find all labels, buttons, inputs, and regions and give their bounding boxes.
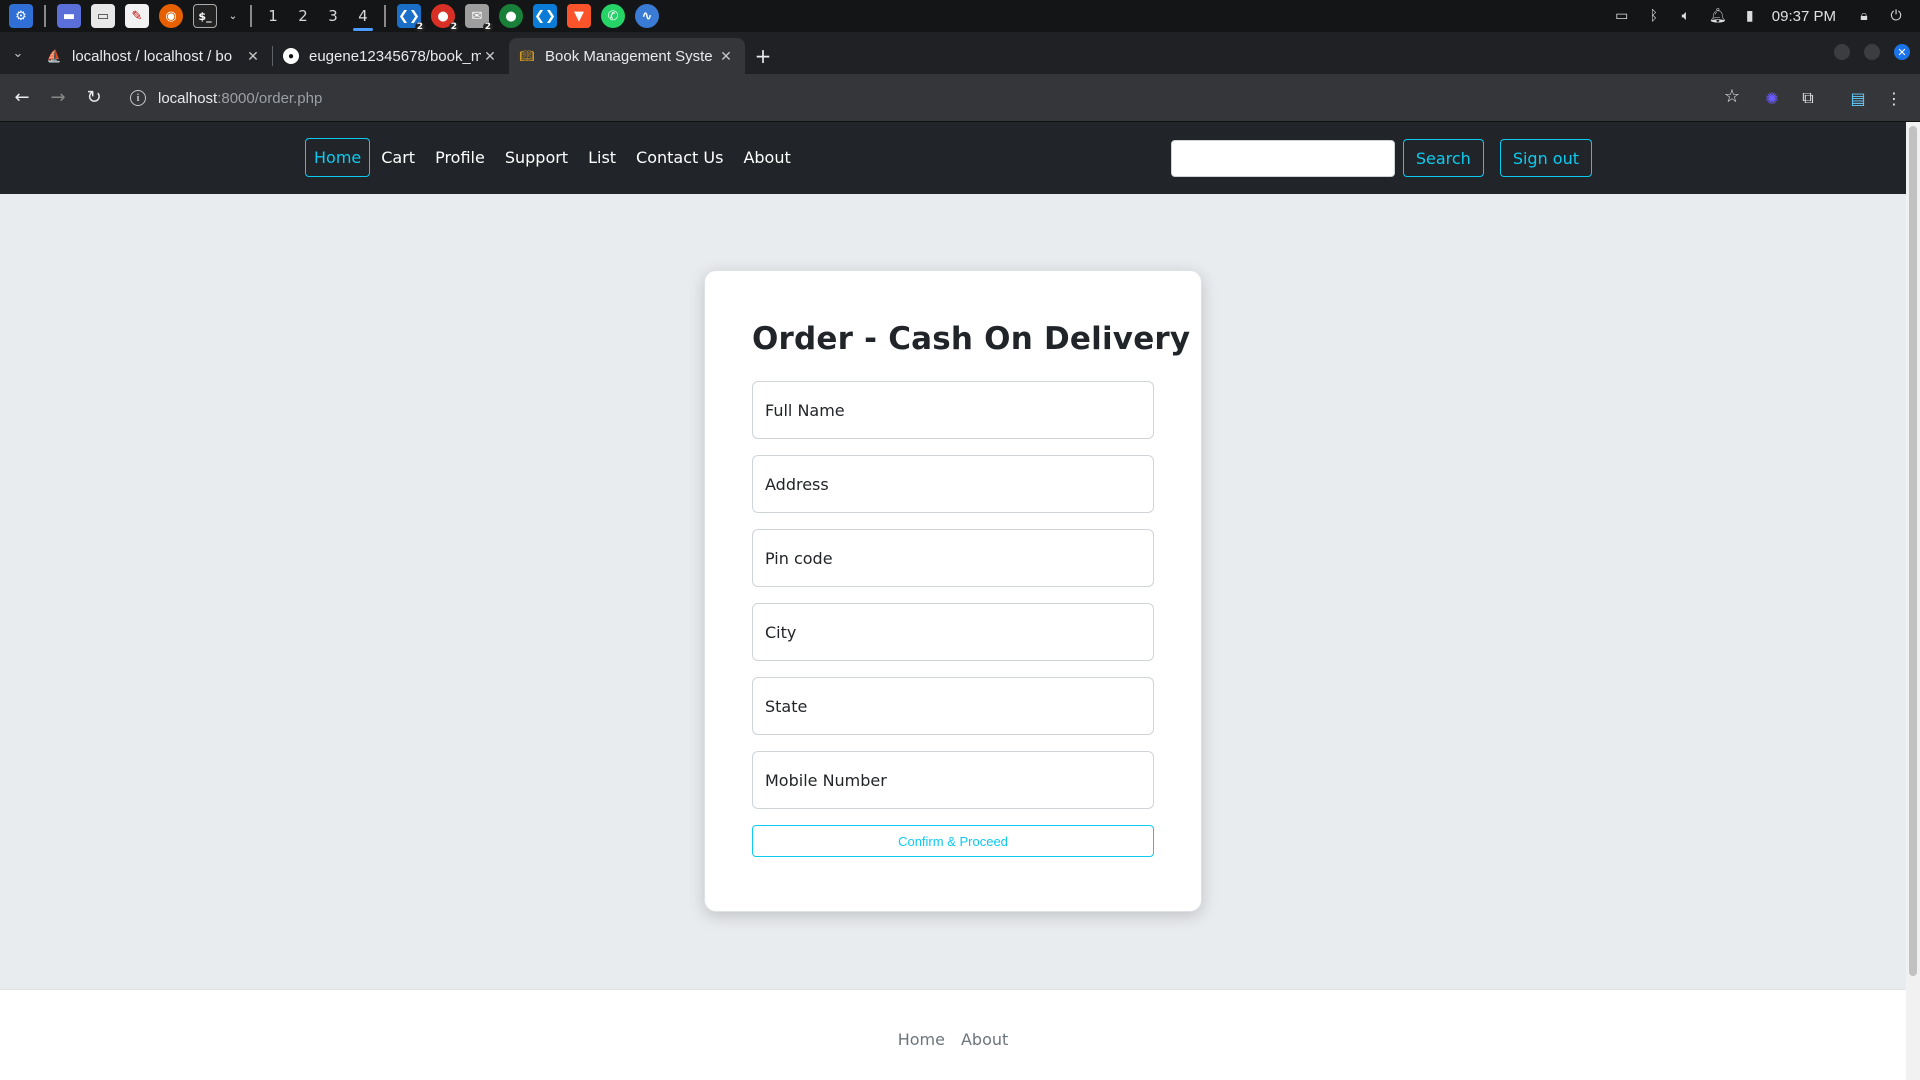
window-close-icon[interactable]: ✕	[1894, 44, 1910, 60]
close-icon[interactable]: ✕	[244, 48, 262, 65]
notification-bell-icon[interactable]: 🔔︎	[1707, 5, 1729, 27]
minimize-icon[interactable]	[1834, 44, 1850, 60]
state-field[interactable]: State	[752, 677, 1154, 735]
search-button[interactable]: Search	[1402, 139, 1484, 177]
confirm-proceed-button[interactable]: Confirm & Proceed	[752, 825, 1154, 857]
order-form-card: Order - Cash On Delivery Full Name Addre…	[704, 270, 1202, 912]
back-arrow-icon[interactable]: ←	[4, 80, 40, 116]
footer-link-about[interactable]: About	[961, 1030, 1008, 1049]
mail-icon[interactable]: ✉ 2	[465, 4, 493, 32]
taskbar-separator	[44, 5, 46, 27]
whatsapp-icon[interactable]: ✆	[601, 4, 625, 28]
lock-icon[interactable]: 🔒︎	[1853, 5, 1875, 27]
mobile-number-field[interactable]: Mobile Number	[752, 751, 1154, 809]
bookmark-star-icon[interactable]: ☆	[1724, 86, 1740, 107]
reload-icon[interactable]: ↻	[76, 80, 112, 116]
close-icon[interactable]: ✕	[481, 48, 499, 65]
page-title: Order - Cash On Delivery	[752, 321, 1191, 357]
browser-tab-strip: ⌄ ⛵ localhost / localhost / bo ✕ ● eugen…	[0, 32, 1920, 74]
close-icon[interactable]: ✕	[717, 48, 735, 65]
sign-out-button[interactable]: Sign out	[1499, 139, 1592, 177]
system-monitor-icon[interactable]: ∿	[635, 4, 659, 28]
address-bar[interactable]: i localhost:8000/order.php ☆	[120, 82, 1740, 114]
full-name-field[interactable]: Full Name	[752, 381, 1154, 439]
brave-icon[interactable]: ▼	[567, 4, 591, 28]
tab-search-chevron-icon[interactable]: ⌄	[0, 32, 36, 74]
pin-code-field[interactable]: Pin code	[752, 529, 1154, 587]
search-input[interactable]	[1170, 139, 1395, 177]
workspace-3[interactable]: 3	[318, 0, 348, 32]
footer-links: Home About	[0, 1030, 1906, 1049]
workspace-1[interactable]: 1	[258, 0, 288, 32]
site-footer: Home About	[0, 989, 1906, 1080]
chrome-icon[interactable]: ●	[499, 4, 523, 28]
chrome-icon[interactable]: ● 2	[431, 4, 459, 32]
url-text[interactable]: localhost:8000/order.php	[158, 90, 322, 107]
clock[interactable]: 09:37 PM	[1772, 8, 1836, 25]
workspace-4[interactable]: 4	[348, 0, 378, 32]
address-field[interactable]: Address	[752, 455, 1154, 513]
nav-link-support[interactable]: Support	[496, 138, 577, 177]
phpmyadmin-icon: ⛵	[46, 49, 62, 63]
file-manager-icon[interactable]: ▭	[91, 4, 115, 28]
tab-title: localhost / localhost / bo	[72, 47, 233, 65]
desktop-icon[interactable]: ▬	[57, 4, 81, 28]
vscode-icon[interactable]: ❮❯	[533, 4, 557, 28]
kebab-menu-icon[interactable]: ⋮	[1876, 80, 1912, 116]
footer-link-home[interactable]: Home	[898, 1030, 945, 1049]
maximize-icon[interactable]	[1864, 44, 1880, 60]
battery-icon[interactable]: ▮	[1739, 5, 1761, 27]
site-info-icon[interactable]: i	[130, 90, 146, 106]
forward-arrow-icon[interactable]: →	[40, 80, 76, 116]
nav-link-contact-us[interactable]: Contact Us	[627, 138, 732, 177]
city-field[interactable]: City	[752, 603, 1154, 661]
book-icon: 📖︎	[519, 49, 535, 63]
nav-search-form: Search Sign out	[1170, 139, 1592, 177]
vscode-icon[interactable]: ❮❯ 2	[397, 4, 425, 32]
nav-link-about[interactable]: About	[734, 138, 799, 177]
taskbar-separator	[250, 5, 252, 27]
sidebar-icon[interactable]: ▤	[1840, 80, 1876, 116]
os-taskbar: ⚙ ▬ ▭ ✎ ◉ $_ ⌄ 1 2 3 4 ❮❯ 2 ● 2 ✉ 2 ● ❮❯ ▼ …	[0, 0, 1920, 32]
taskbar-separator	[384, 5, 386, 27]
github-icon: ●	[283, 48, 299, 64]
app-launcher-icon[interactable]: ⚙	[9, 4, 33, 28]
nav-link-home[interactable]: Home	[305, 138, 371, 177]
new-tab-plus-icon[interactable]: +	[745, 38, 781, 74]
chevron-down-icon[interactable]: ⌄	[227, 4, 239, 28]
volume-icon[interactable]: 🔈︎	[1675, 5, 1697, 27]
workspace-2[interactable]: 2	[288, 0, 318, 32]
tab-title: Book Management Syste	[545, 47, 713, 65]
firefox-icon[interactable]: ◉	[159, 4, 183, 28]
extension-puzzle-purple-icon[interactable]: ✺	[1754, 80, 1790, 116]
nav-link-profile[interactable]: Profile	[426, 138, 494, 177]
page-scrollbar[interactable]	[1906, 122, 1920, 1080]
bluetooth-icon[interactable]: ᛒ	[1643, 5, 1665, 27]
web-page: Home Cart Profile Support List Contact U…	[0, 122, 1906, 1080]
browser-tab[interactable]: ● eugene12345678/book_m ✕	[273, 38, 509, 74]
tab-title: eugene12345678/book_m	[309, 47, 481, 65]
power-icon[interactable]: ⏻	[1885, 5, 1907, 27]
nav-link-list[interactable]: List	[579, 138, 625, 177]
browser-tab-active[interactable]: 📖︎ Book Management Syste ✕	[509, 38, 745, 74]
nav-link-cart[interactable]: Cart	[372, 138, 424, 177]
text-editor-icon[interactable]: ✎	[125, 4, 149, 28]
screen-icon[interactable]: ▭	[1611, 5, 1633, 27]
extensions-icon[interactable]: ⧉	[1790, 80, 1826, 116]
scrollbar-thumb[interactable]	[1909, 126, 1917, 976]
nav-links: Home Cart Profile Support List Contact U…	[305, 138, 802, 177]
site-navbar: Home Cart Profile Support List Contact U…	[0, 122, 1906, 194]
terminal-icon[interactable]: $_	[193, 4, 217, 28]
browser-tab[interactable]: ⛵ localhost / localhost / bo ✕	[36, 38, 272, 74]
browser-toolbar: ← → ↻ i localhost:8000/order.php ☆ ✺ ⧉ ▤…	[0, 74, 1920, 122]
